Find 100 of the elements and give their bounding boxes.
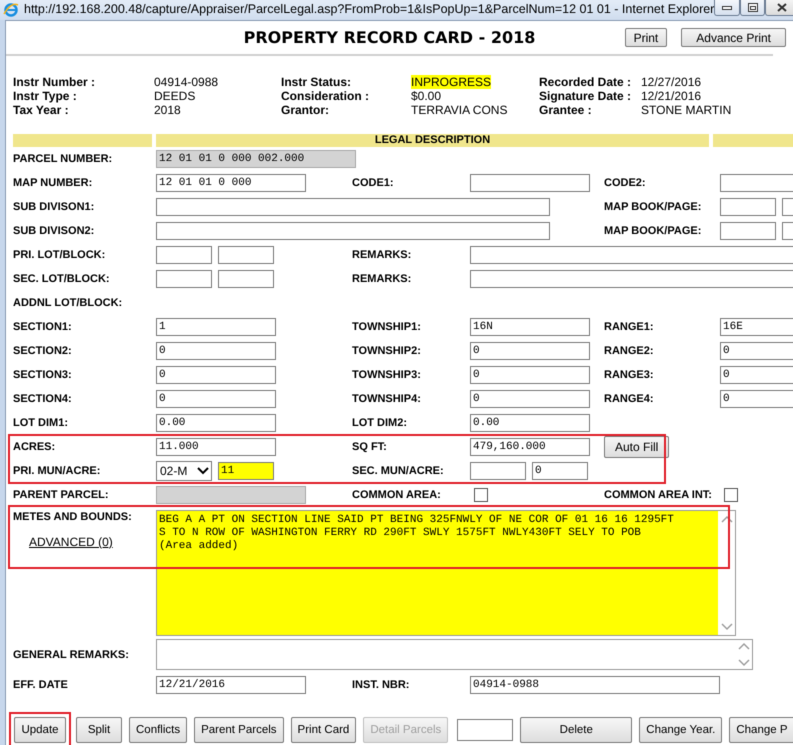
input-field[interactable]: 0 <box>470 366 590 384</box>
scroll-down-icon[interactable] <box>720 623 732 631</box>
checkbox[interactable] <box>724 488 738 502</box>
input-field[interactable]: 0 <box>720 390 793 408</box>
field-label: SUB DIVISON1: <box>13 201 94 213</box>
field-label: TOWNSHIP4: <box>352 393 421 405</box>
field-label: SUB DIVISON2: <box>13 225 94 237</box>
input-field[interactable]: 0 <box>720 366 793 384</box>
field-label: RANGE4: <box>604 393 654 405</box>
input-field[interactable]: 16N <box>470 318 590 336</box>
input-field[interactable]: 479,160.000 <box>470 438 590 456</box>
input-field[interactable] <box>720 198 776 216</box>
metes-field[interactable]: BEG A A PT ON SECTION LINE SAID PT BEING 325FNWLY OF NE COR OF 01 16 16 1295FT S TO N ROW OF WASHINGTON FERRY RD 290FT SWLY 1575FT NWLY430FT SELY TO POB (Area added) <box>156 510 736 636</box>
input-field[interactable]: 12 01 01 0 000 002.000 <box>156 150 356 168</box>
action-button[interactable]: Update <box>14 717 66 743</box>
chevron-down-icon <box>197 467 209 475</box>
action-button[interactable]: Conflicts <box>129 717 188 743</box>
input-field[interactable]: 0 <box>156 366 276 384</box>
field-label: RANGE2: <box>604 345 654 357</box>
input-field[interactable] <box>720 222 776 240</box>
field-label: METES AND BOUNDS: <box>13 511 132 523</box>
info-value: TERRAVIA CONS <box>411 103 508 117</box>
input-field[interactable] <box>156 246 212 264</box>
maximize-icon <box>748 3 758 12</box>
field-label: MAP BOOK/PAGE: <box>604 201 702 213</box>
field-label: REMARKS: <box>352 273 412 285</box>
info-value: 04914-0988 <box>154 75 218 89</box>
maximize-button[interactable] <box>740 0 766 16</box>
field-label: CODE2: <box>604 177 646 189</box>
input-field[interactable]: 04914-0988 <box>470 676 720 694</box>
input-field[interactable]: 0 <box>470 342 590 360</box>
close-button[interactable] <box>765 0 793 16</box>
field-label: SECTION3: <box>13 369 72 381</box>
input-field[interactable] <box>470 462 526 480</box>
field-label: PRI. MUN/ACRE: <box>13 465 100 477</box>
input-field[interactable] <box>470 246 793 264</box>
input-field[interactable]: 12/21/2016 <box>156 676 306 694</box>
action-button[interactable]: Print Card <box>290 717 356 743</box>
field-label: REMARKS: <box>352 249 412 261</box>
input-field[interactable] <box>156 222 550 240</box>
info-value: 12/27/2016 <box>641 75 702 89</box>
input-field[interactable] <box>470 174 590 192</box>
info-value: 2018 <box>154 103 181 117</box>
input-field[interactable]: 0.00 <box>470 414 590 432</box>
input-field[interactable]: 0.00 <box>156 414 276 432</box>
input-field[interactable] <box>218 270 274 288</box>
info-label: Consideration : <box>281 89 370 103</box>
input-field[interactable]: 0 <box>532 462 588 480</box>
input-field[interactable]: 11 <box>218 462 274 480</box>
info-label: Signature Date : <box>539 89 632 103</box>
input-field[interactable] <box>218 246 274 264</box>
action-button[interactable]: Change P <box>729 717 793 743</box>
action-button[interactable]: Change Year. <box>639 717 722 743</box>
checkbox[interactable] <box>474 488 488 502</box>
action-button[interactable]: Parent Parcels <box>194 717 284 743</box>
field-label: TOWNSHIP1: <box>352 321 421 333</box>
field-label: PRI. LOT/BLOCK: <box>13 249 106 261</box>
field-label: SECTION2: <box>13 345 72 357</box>
action-button[interactable]: Delete <box>520 717 632 743</box>
auto-fill-button[interactable]: Auto Fill <box>604 436 670 458</box>
field-label: MAP BOOK/PAGE: <box>604 225 702 237</box>
input-field[interactable]: 1 <box>156 318 276 336</box>
scroll-up-icon[interactable] <box>720 515 732 523</box>
print-button[interactable]: Advance Print <box>681 28 786 47</box>
input-field[interactable] <box>470 270 793 288</box>
info-label: Instr Status: <box>281 75 352 89</box>
input-field[interactable] <box>156 270 212 288</box>
field-label: LOT DIM1: <box>13 417 68 429</box>
info-value: INPROGRESS <box>411 75 492 89</box>
field-label: CODE1: <box>352 177 394 189</box>
print-button[interactable]: Print <box>624 28 668 47</box>
input-field[interactable]: 12 01 01 0 000 <box>156 174 306 192</box>
page-title: PROPERTY RECORD CARD - 2018 <box>244 28 536 47</box>
info-value: DEEDS <box>154 89 196 103</box>
section-heading: LEGAL DESCRIPTION <box>156 134 709 147</box>
scroll-down-icon[interactable] <box>738 659 750 667</box>
input-field[interactable]: 16E <box>720 318 793 336</box>
field-label: ACRES: <box>13 441 56 453</box>
field-label: INST. NBR: <box>352 679 410 691</box>
minimize-button[interactable] <box>714 0 740 16</box>
minimize-icon <box>722 6 732 10</box>
input-field[interactable] <box>156 486 306 504</box>
window-title: http://192.168.200.48/capture/Appraiser/ParcelLegal.asp?FromProb=1&IsPopUp=1&ParcelNum=12 01 01 - Internet Explorer <box>24 2 714 16</box>
field-label: SEC. MUN/ACRE: <box>352 465 444 477</box>
input-field[interactable]: 0 <box>720 342 793 360</box>
input-field[interactable] <box>156 198 550 216</box>
input-field[interactable] <box>457 719 514 741</box>
input-field[interactable]: 0 <box>156 390 276 408</box>
input-field[interactable]: 0 <box>156 342 276 360</box>
action-button[interactable]: Split <box>76 717 122 743</box>
field-label: LOT DIM2: <box>352 417 407 429</box>
field-label: MAP NUMBER: <box>13 177 92 189</box>
select-field[interactable]: 02-M <box>156 461 212 481</box>
remarks-field[interactable] <box>156 639 753 670</box>
input-field[interactable]: 0 <box>470 390 590 408</box>
advanced-link[interactable]: ADVANCED (0) <box>29 535 113 549</box>
info-label: Grantor: <box>281 103 329 117</box>
browser-icon <box>3 2 19 18</box>
scroll-up-icon[interactable] <box>738 642 750 650</box>
input-field[interactable]: 11.000 <box>156 438 276 456</box>
